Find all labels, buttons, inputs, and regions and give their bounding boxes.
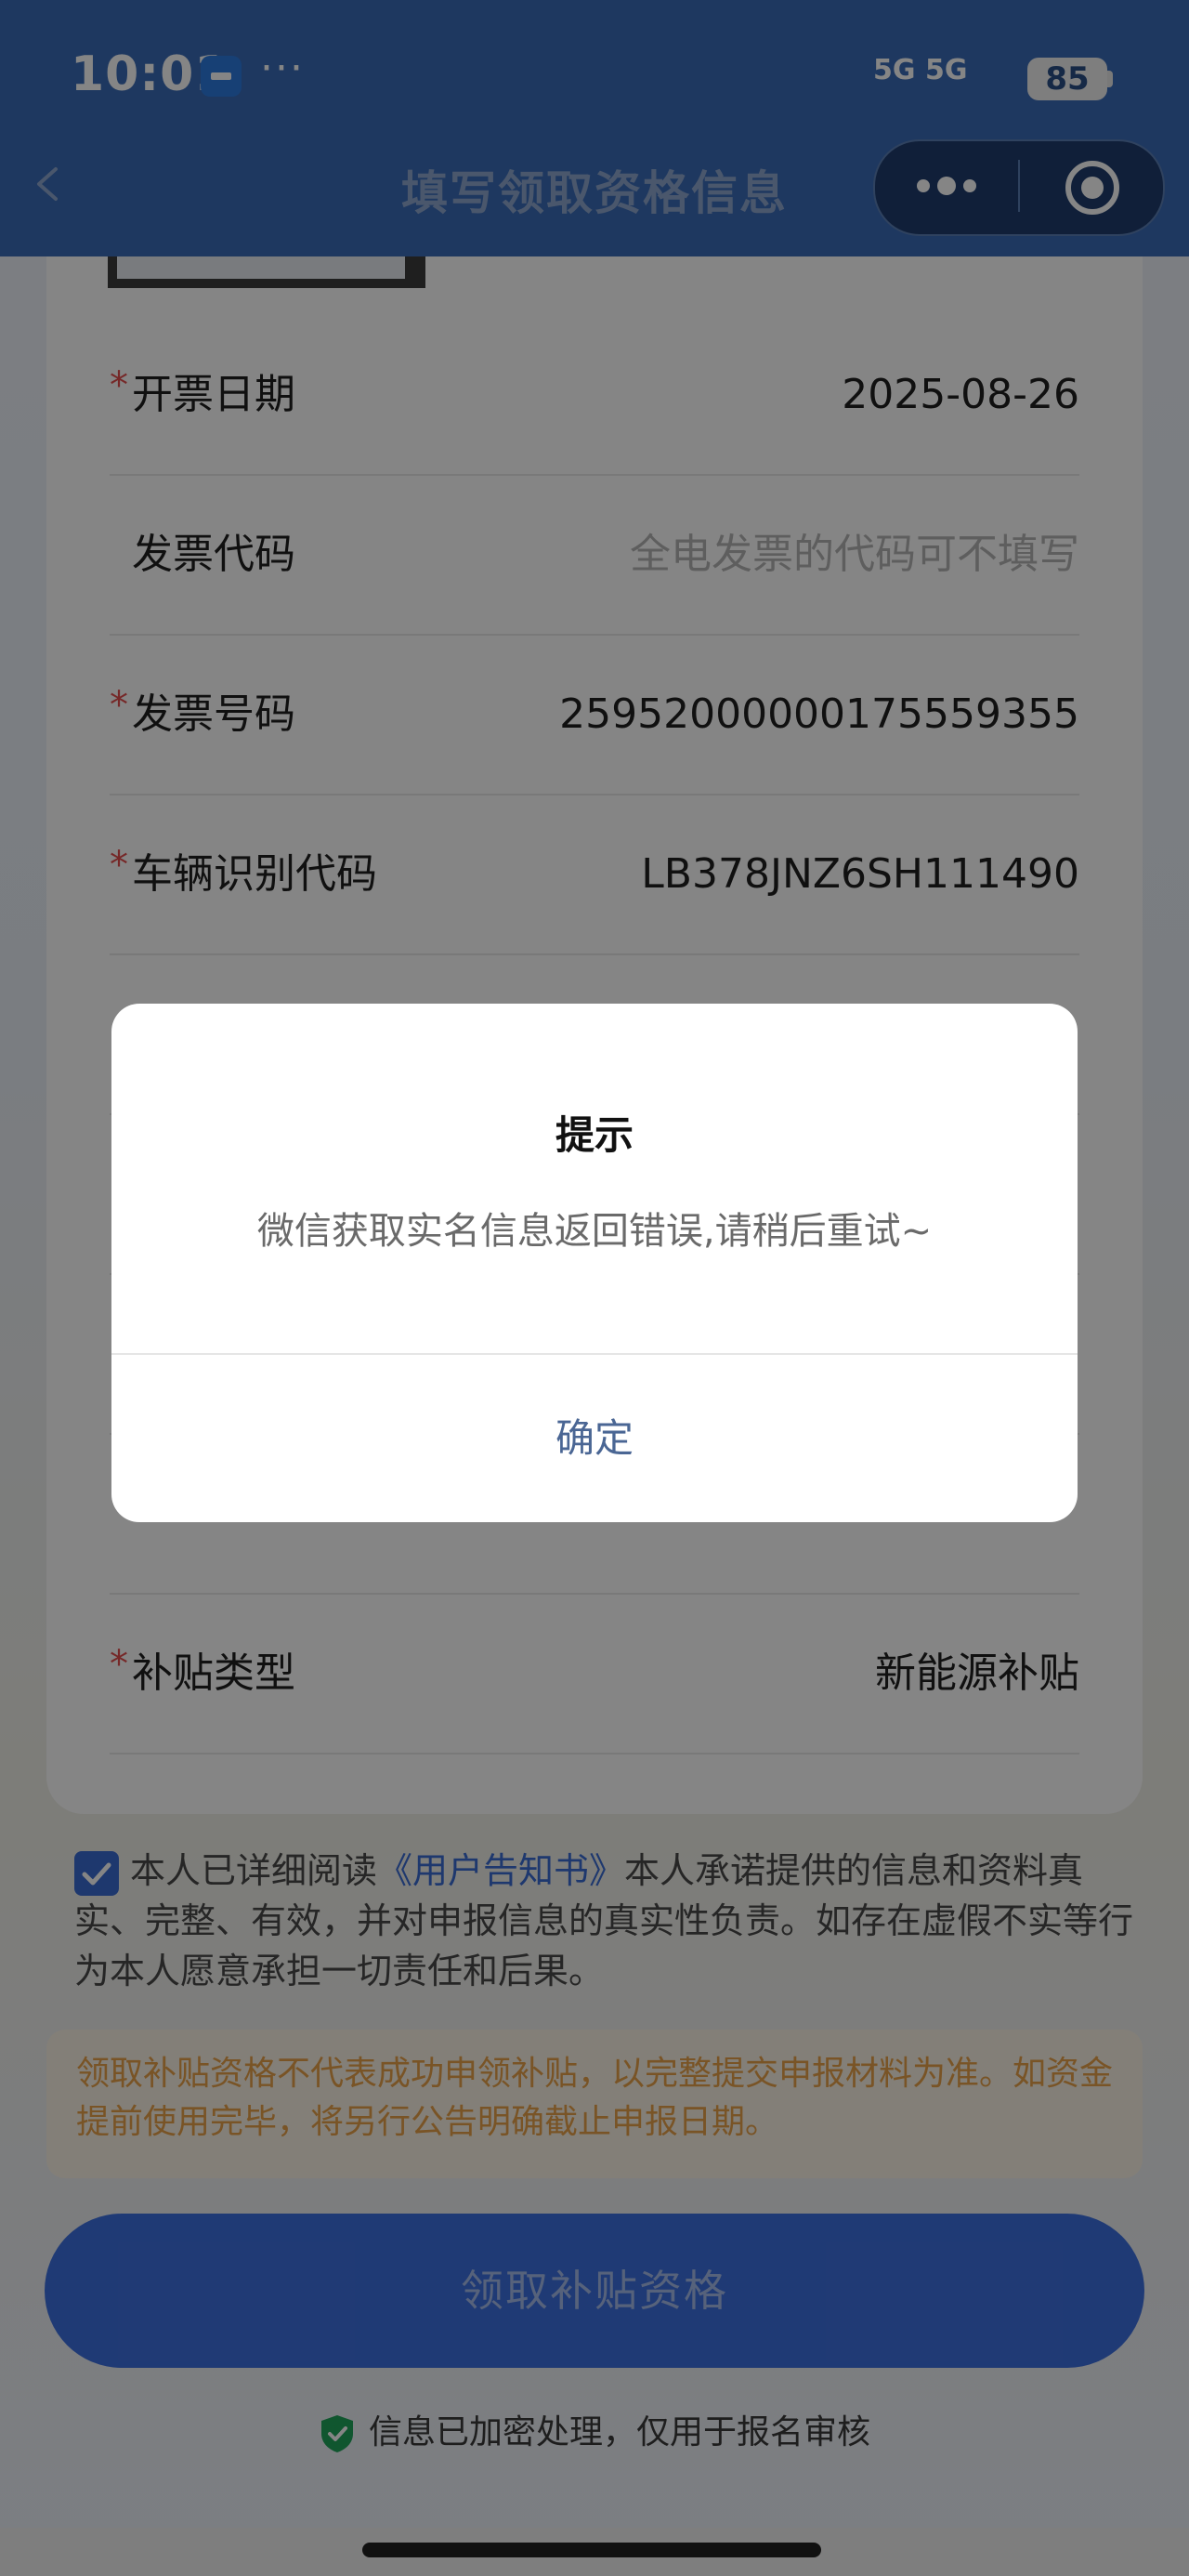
dialog-message: 微信获取实名信息返回错误,请稍后重试~ [256,1210,933,1253]
alert-dialog: 提示 微信获取实名信息返回错误,请稍后重试~ 确定 [111,1004,1078,1522]
dialog-title: 提示 [555,1112,634,1158]
confirm-button[interactable]: 确定 [111,1355,1078,1522]
